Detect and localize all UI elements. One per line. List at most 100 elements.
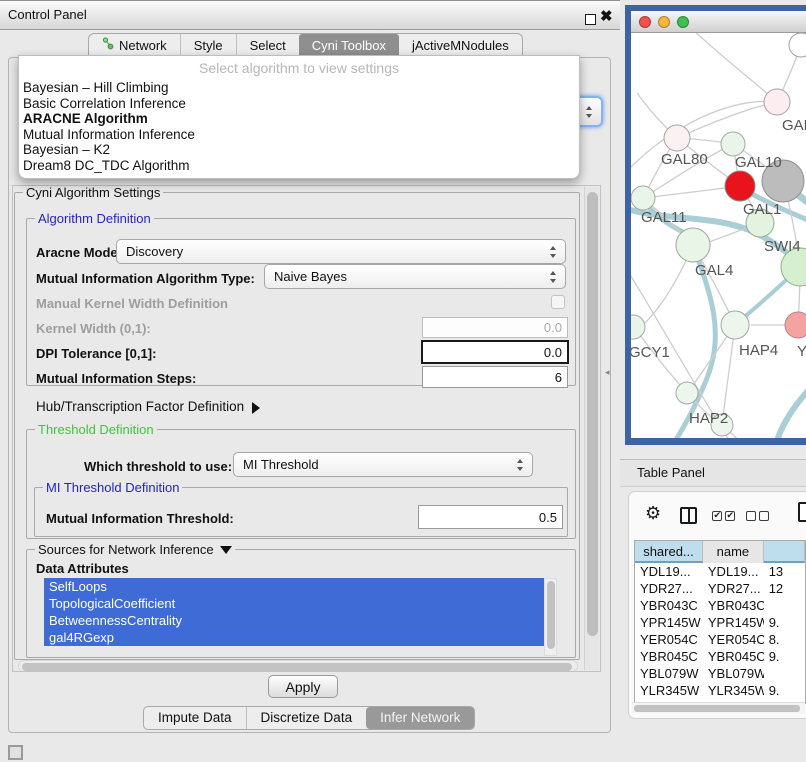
algorithm-dropdown-list: Select algorithm to view settings Bayesi… bbox=[18, 55, 580, 179]
algorithm-option-mutual-information-inference[interactable]: Mutual Information Inference bbox=[19, 127, 579, 143]
node-table[interactable]: shared...name YDL19...YDL19...13YDR27...… bbox=[634, 540, 806, 704]
table-cell: YLR345W bbox=[703, 682, 764, 699]
table-panel-title: Table Panel bbox=[637, 459, 705, 487]
table-cell: 9. bbox=[764, 614, 805, 631]
table-horizontal-scrollbar[interactable] bbox=[632, 702, 805, 713]
network-node-y[interactable] bbox=[785, 312, 806, 338]
node-label-gcy1: GCY1 bbox=[631, 344, 670, 361]
network-node-gal10[interactable] bbox=[721, 132, 745, 156]
table-body: YDL19...YDL19...13YDR27...YDR27...12YBR0… bbox=[635, 563, 805, 704]
network-node-gal1[interactable] bbox=[725, 171, 755, 201]
table-row-ydl19[interactable]: YDL19...YDL19...13 bbox=[635, 563, 805, 580]
document-icon[interactable] bbox=[798, 502, 806, 522]
unchecked-box-icon bbox=[746, 511, 756, 521]
table-row-ybr043c[interactable]: YBR043CYBR043C bbox=[635, 597, 805, 614]
table-cell: YBL079W bbox=[703, 665, 764, 682]
network-node-gal4[interactable] bbox=[676, 228, 710, 262]
table-row-ylr345w[interactable]: YLR345WYLR345W9. bbox=[635, 682, 805, 699]
column-header-shared[interactable]: shared... bbox=[635, 541, 703, 563]
table-cell: YER054C bbox=[703, 631, 764, 648]
float-window-icon[interactable] bbox=[585, 14, 596, 25]
table-row-ydr27[interactable]: YDR27...YDR27...12 bbox=[635, 580, 805, 597]
unchecked-pair-icon[interactable] bbox=[746, 511, 769, 521]
network-node-hap2[interactable] bbox=[676, 382, 698, 404]
table-cell: 9. bbox=[764, 648, 805, 665]
table-cell: 12 bbox=[764, 580, 805, 597]
table-cell: 8. bbox=[764, 631, 805, 648]
node-label-gal11: GAL11 bbox=[641, 209, 687, 226]
table-cell: 13 bbox=[764, 563, 805, 580]
scrollbar-thumb[interactable] bbox=[634, 705, 800, 712]
apply-button[interactable]: Apply bbox=[268, 675, 338, 698]
node-label-gal4: GAL4 bbox=[695, 262, 733, 279]
table-cell: YBR043C bbox=[635, 597, 703, 614]
table-cell: YER054C bbox=[635, 631, 703, 648]
network-node-gal80[interactable] bbox=[664, 125, 690, 151]
node-label-gal80: GAL80 bbox=[661, 151, 708, 168]
table-cell: YDR27... bbox=[635, 580, 703, 597]
algorithm-option-aracne-algorithm[interactable]: ARACNE Algorithm bbox=[19, 111, 579, 127]
table-cell: 9. bbox=[764, 682, 805, 699]
close-traffic-light-icon[interactable] bbox=[639, 16, 651, 28]
network-graph: GALGAL80GAL10GAL1GAL11SWI4GAL4GCY1HAP4YH… bbox=[631, 33, 806, 438]
checked-box-icon bbox=[712, 511, 722, 521]
node-label-gal10: GAL10 bbox=[735, 154, 782, 171]
minimized-panel-icon[interactable] bbox=[8, 745, 23, 760]
columns-icon[interactable] bbox=[680, 507, 697, 524]
table-cell bbox=[764, 597, 805, 614]
table-cell: YBR045C bbox=[703, 648, 764, 665]
table-cell bbox=[764, 665, 805, 682]
close-icon[interactable]: ✖ bbox=[600, 7, 613, 25]
app-screen: Control Panel ✖ NetworkStyleSelectCyni T… bbox=[0, 0, 806, 762]
network-node-gcy1[interactable] bbox=[631, 315, 645, 339]
tab-impute-data[interactable]: Impute Data bbox=[144, 707, 246, 729]
table-cell: YDL19... bbox=[635, 563, 703, 580]
table-header-row: shared...name bbox=[635, 541, 805, 563]
network-canvas[interactable]: GALGAL80GAL10GAL1GAL11SWI4GAL4GCY1HAP4YH… bbox=[631, 33, 806, 438]
network-edge-thick bbox=[775, 383, 806, 438]
minimize-traffic-light-icon[interactable] bbox=[658, 16, 670, 28]
column-header-name[interactable]: name bbox=[703, 541, 764, 563]
table-cell: YBL079W bbox=[635, 665, 703, 682]
dropdown-items: Bayesian – Hill ClimbingBasic Correlatio… bbox=[19, 80, 579, 173]
tab-discretize-data[interactable]: Discretize Data bbox=[246, 707, 367, 729]
table-row-ybr045c[interactable]: YBR045CYBR045C9. bbox=[635, 648, 805, 665]
table-row-yer054c[interactable]: YER054CYER054C8. bbox=[635, 631, 805, 648]
network-node-hap4[interactable] bbox=[721, 311, 749, 339]
node-label-swi4: SWI4 bbox=[764, 238, 801, 255]
settings-scrollpane bbox=[12, 185, 601, 672]
network-window-titlebar[interactable] bbox=[631, 11, 806, 33]
algorithm-option-basic-correlation-inference[interactable]: Basic Correlation Inference bbox=[19, 96, 579, 112]
combo-arrows-icon bbox=[585, 106, 594, 118]
algorithm-option-bayesian-hill-climbing[interactable]: Bayesian – Hill Climbing bbox=[19, 80, 579, 96]
table-cell: YPR145W bbox=[635, 614, 703, 631]
unchecked-box-icon bbox=[759, 511, 769, 521]
split-divider-arrow-icon[interactable]: ◂ bbox=[605, 367, 610, 378]
node-label-hap4: HAP4 bbox=[739, 342, 778, 359]
node-label-hap2: HAP2 bbox=[689, 410, 728, 427]
table-cell: YPR145W bbox=[703, 614, 764, 631]
dropdown-placeholder: Select algorithm to view settings bbox=[19, 56, 579, 80]
algorithm-option-bayesian-k2[interactable]: Bayesian – K2 bbox=[19, 142, 579, 158]
table-cell: YDR27... bbox=[703, 580, 764, 597]
checked-box-icon bbox=[725, 511, 735, 521]
tab-infer-network[interactable]: Infer Network bbox=[366, 707, 474, 729]
table-cell: YBR043C bbox=[703, 597, 764, 614]
network-node-gal11[interactable] bbox=[631, 186, 655, 210]
gear-icon[interactable]: ⚙ bbox=[645, 503, 661, 524]
network-edge bbox=[637, 331, 687, 393]
network-node[interactable] bbox=[789, 33, 806, 57]
network-edge bbox=[691, 33, 777, 102]
table-row-ypr145w[interactable]: YPR145WYPR145W9. bbox=[635, 614, 805, 631]
zoom-traffic-light-icon[interactable] bbox=[677, 16, 689, 28]
node-label-gal1: GAL1 bbox=[743, 201, 781, 218]
table-cell: YDL19... bbox=[703, 563, 764, 580]
table-row-ybl079w[interactable]: YBL079WYBL079W bbox=[635, 665, 805, 682]
column-header-2[interactable] bbox=[764, 541, 805, 563]
table-cell: YLR345W bbox=[635, 682, 703, 699]
bottom-tabbar: Impute DataDiscretize DataInfer Network bbox=[143, 706, 475, 730]
table-cell: YBR045C bbox=[635, 648, 703, 665]
algorithm-option-dream8-dc-tdc-algorithm[interactable]: Dream8 DC_TDC Algorithm bbox=[19, 158, 579, 174]
checked-pair-icon[interactable] bbox=[712, 511, 735, 521]
network-node-gal[interactable] bbox=[764, 89, 790, 115]
